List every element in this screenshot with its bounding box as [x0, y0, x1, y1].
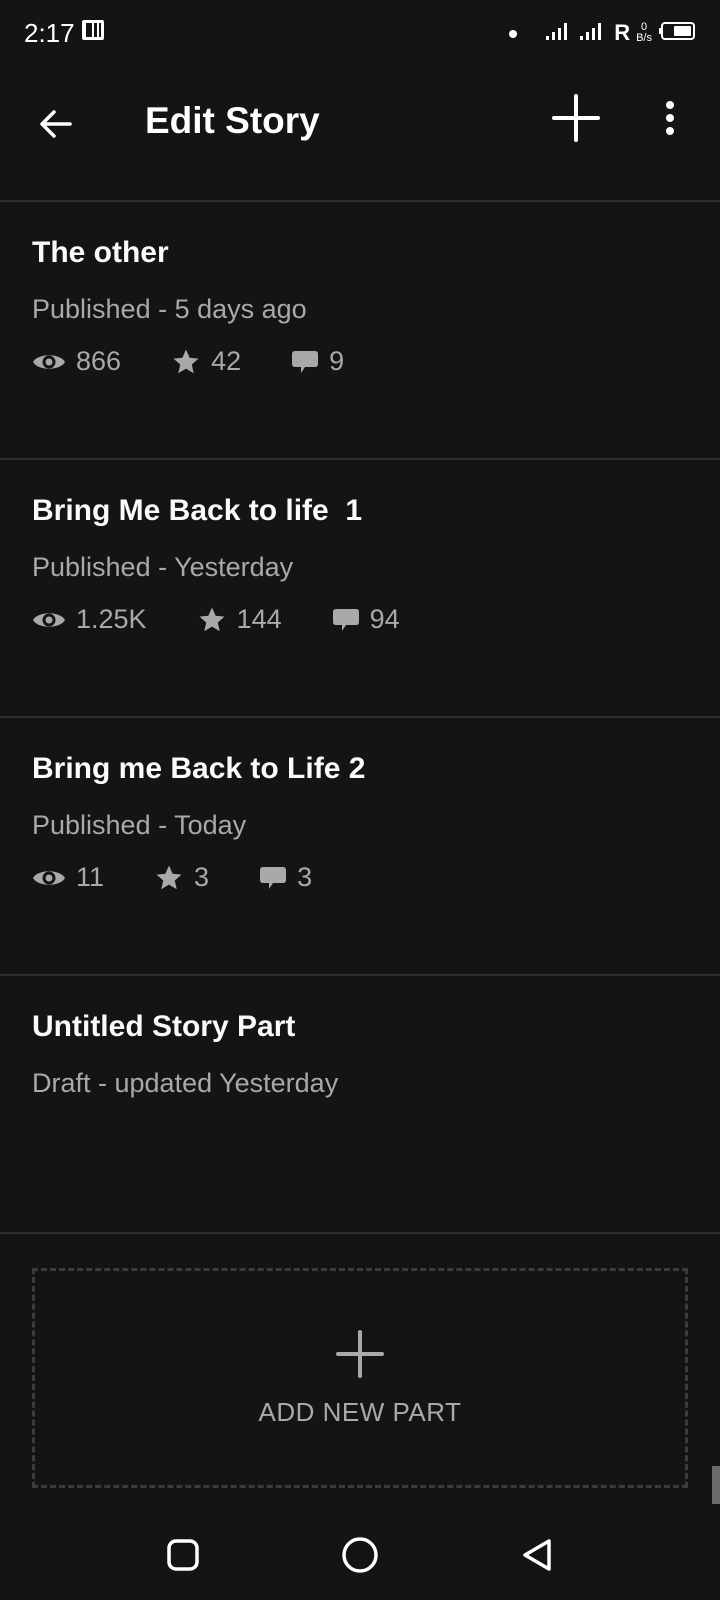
- views-stat: 866: [32, 346, 121, 377]
- views-count: 866: [76, 346, 122, 376]
- part-status: Published - Today: [32, 810, 247, 840]
- arrow-left-icon: [40, 110, 72, 138]
- part-stats: 866 42 9: [32, 346, 394, 377]
- triangle-back-icon: [523, 1539, 551, 1571]
- views-count: 1.25K: [76, 604, 147, 634]
- part-stats: 11 3 3: [32, 862, 362, 893]
- comments-count: 94: [369, 604, 400, 634]
- story-part-item[interactable]: Untitled Story Part Draft - updated Yest…: [0, 976, 720, 1234]
- comments-count: 3: [297, 862, 313, 892]
- app-notification-icon: [81, 18, 105, 49]
- recents-button[interactable]: [158, 1530, 208, 1580]
- views-stat: 1.25K: [32, 604, 147, 635]
- signal-icon: [580, 21, 608, 46]
- part-status: Published - Yesterday: [32, 552, 294, 582]
- part-title: Bring me Back to Life 2: [32, 752, 366, 785]
- signal-icon: [546, 21, 574, 46]
- app-bar: Edit Story: [0, 66, 720, 202]
- more-options-button[interactable]: [650, 90, 690, 146]
- comments-count: 9: [329, 346, 345, 376]
- status-right: R 0 B/s: [508, 20, 696, 46]
- add-new-part-button[interactable]: ADD NEW PART: [32, 1268, 688, 1488]
- more-vertical-icon: [666, 101, 674, 135]
- votes-stat: 42: [171, 346, 241, 377]
- roaming-indicator: R: [614, 20, 631, 45]
- comment-icon: [292, 350, 319, 373]
- votes-count: 144: [236, 604, 282, 634]
- star-icon: [199, 607, 225, 631]
- story-part-item[interactable]: The other Published - 5 days ago 866 42 …: [0, 202, 720, 460]
- eye-icon: [33, 354, 65, 369]
- part-status: Published - 5 days ago: [32, 294, 307, 324]
- part-title: Untitled Story Part: [32, 1010, 296, 1043]
- notification-dot-icon: [508, 23, 518, 44]
- battery-icon: [658, 21, 696, 46]
- system-nav-bar: [0, 1510, 720, 1600]
- home-button[interactable]: [335, 1530, 385, 1580]
- story-part-item[interactable]: Bring me Back to Life 2 Published - Toda…: [0, 718, 720, 976]
- views-count: 11: [76, 862, 105, 892]
- star-icon: [156, 865, 182, 889]
- story-parts-list: The other Published - 5 days ago 866 42 …: [0, 202, 720, 1234]
- comment-icon: [260, 866, 287, 889]
- network-speed-unit: B/s: [636, 32, 652, 44]
- plus-icon: [552, 94, 600, 142]
- story-part-item[interactable]: Bring Me Back to life 1 Published - Yest…: [0, 460, 720, 718]
- network-speed: 0 B/s: [636, 22, 652, 44]
- circle-home-icon: [342, 1537, 378, 1573]
- comments-stat: 3: [259, 862, 312, 893]
- clock: 2:17: [24, 17, 75, 48]
- votes-count: 42: [211, 346, 242, 376]
- comment-icon: [332, 608, 359, 631]
- add-part-button[interactable]: [548, 90, 604, 146]
- status-left: 2:17: [24, 18, 105, 49]
- star-icon: [173, 349, 199, 373]
- scrollbar-thumb[interactable]: [712, 1466, 720, 1504]
- back-button[interactable]: [28, 96, 84, 152]
- part-stats: 1.25K 144 94: [32, 604, 450, 635]
- votes-stat: 3: [154, 862, 209, 893]
- status-bar: 2:17 R 0 B/s: [0, 0, 720, 66]
- views-stat: 11: [32, 862, 104, 893]
- plus-icon: [336, 1329, 384, 1378]
- square-recents-icon: [167, 1539, 199, 1571]
- votes-stat: 144: [197, 604, 282, 635]
- add-new-part-label: ADD NEW PART: [258, 1396, 462, 1427]
- eye-icon: [33, 870, 65, 885]
- part-status: Draft - updated Yesterday: [32, 1068, 339, 1098]
- eye-icon: [33, 612, 65, 627]
- comments-stat: 94: [332, 604, 400, 635]
- page-title: Edit Story: [145, 100, 320, 141]
- nav-back-button[interactable]: [512, 1530, 562, 1580]
- comments-stat: 9: [291, 346, 344, 377]
- part-title: The other: [32, 236, 169, 269]
- part-title: Bring Me Back to life 1: [32, 494, 363, 527]
- votes-count: 3: [194, 862, 210, 892]
